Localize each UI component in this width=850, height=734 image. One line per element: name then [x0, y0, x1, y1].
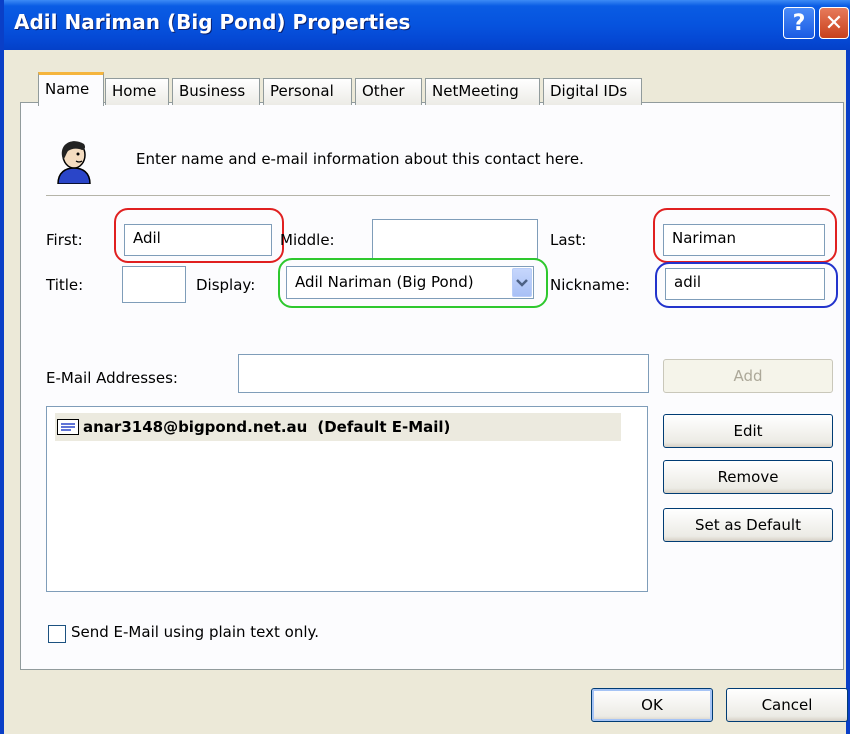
nickname-label: Nickname:	[550, 276, 630, 294]
email-address: anar3148@bigpond.net.au	[83, 418, 308, 436]
tab-home[interactable]: Home	[105, 78, 169, 105]
email-addresses-label: E-Mail Addresses:	[46, 369, 178, 387]
tab-other[interactable]: Other	[355, 78, 422, 105]
first-label: First:	[46, 231, 83, 249]
remove-button[interactable]: Remove	[663, 460, 833, 494]
chevron-down-icon[interactable]	[512, 268, 532, 297]
tab-personal[interactable]: Personal	[263, 78, 352, 105]
email-address-input[interactable]	[238, 354, 649, 393]
plain-text-checkbox[interactable]	[48, 625, 66, 643]
cancel-button[interactable]: Cancel	[726, 688, 848, 722]
help-icon: ?	[792, 10, 806, 36]
edit-button[interactable]: Edit	[663, 414, 833, 448]
middle-label: Middle:	[280, 231, 335, 249]
plain-text-label[interactable]: Send E-Mail using plain text only.	[71, 623, 319, 641]
display-label: Display:	[196, 276, 256, 294]
properties-dialog: Adil Nariman (Big Pond) Properties ? ✕ N…	[0, 0, 850, 734]
title-bar[interactable]: Adil Nariman (Big Pond) Properties ? ✕	[4, 0, 850, 50]
mail-icon	[57, 419, 79, 435]
title-label: Title:	[46, 276, 84, 294]
contact-person-icon	[57, 141, 91, 184]
first-name-input[interactable]: Adil	[124, 224, 272, 256]
help-button[interactable]: ?	[783, 7, 815, 39]
tab-digital-ids[interactable]: Digital IDs	[543, 78, 642, 105]
last-label: Last:	[550, 231, 587, 249]
nickname-input[interactable]: adil	[665, 268, 825, 300]
list-item[interactable]: anar3148@bigpond.net.au (Default E-Mail)	[55, 413, 621, 441]
ok-button[interactable]: OK	[591, 688, 713, 722]
close-button[interactable]: ✕	[819, 7, 849, 39]
display-select[interactable]: Adil Nariman (Big Pond)	[286, 266, 534, 299]
default-email-note: (Default E-Mail)	[317, 418, 451, 436]
close-icon: ✕	[824, 10, 844, 36]
divider	[46, 195, 830, 196]
tab-netmeeting[interactable]: NetMeeting	[425, 78, 540, 105]
email-list[interactable]: anar3148@bigpond.net.au (Default E-Mail)	[46, 406, 648, 592]
title-input[interactable]	[122, 266, 186, 303]
display-select-value: Adil Nariman (Big Pond)	[295, 273, 474, 291]
tab-name[interactable]: Name	[38, 72, 104, 106]
window-title: Adil Nariman (Big Pond) Properties	[14, 10, 411, 34]
tab-business[interactable]: Business	[172, 78, 260, 105]
add-button[interactable]: Add	[663, 359, 833, 393]
middle-name-input[interactable]	[372, 219, 538, 259]
last-name-input[interactable]: Nariman	[663, 224, 825, 256]
intro-text: Enter name and e-mail information about …	[136, 150, 584, 168]
set-as-default-button[interactable]: Set as Default	[663, 508, 833, 542]
